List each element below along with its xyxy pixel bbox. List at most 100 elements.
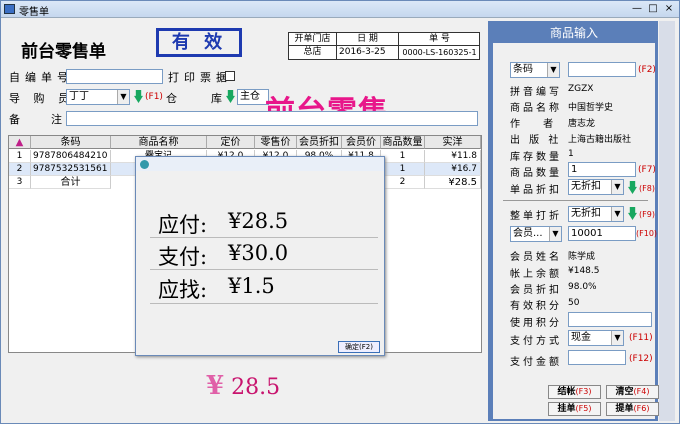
- checkout-fkey: (F3): [575, 387, 592, 396]
- close-button[interactable]: ×: [662, 3, 676, 15]
- code-input[interactable]: [568, 62, 636, 77]
- warehouse-label: 仓: [166, 92, 182, 105]
- retrieve-label: 提单: [615, 404, 634, 414]
- clear-fkey: (F4): [633, 387, 650, 396]
- code-type-value: 条码: [513, 64, 533, 75]
- chevron-down-icon: ▼: [117, 90, 129, 104]
- payable-label: 应付:: [158, 213, 208, 237]
- vertical-scrollbar[interactable]: [659, 21, 675, 421]
- pinyin-value: ZGZX: [568, 84, 594, 94]
- print-receipt-checkbox[interactable]: [225, 71, 235, 81]
- payment-dialog: 应付: ¥28.5 支付: ¥30.0 应找: ¥1.5 确定(F2): [135, 156, 385, 356]
- warehouse-value: 主仓: [240, 91, 260, 102]
- use-points-input[interactable]: [568, 312, 652, 327]
- divider: [150, 303, 378, 304]
- balance-value: ¥148.5: [568, 266, 600, 276]
- ok-button[interactable]: 确定(F2): [338, 341, 380, 353]
- author-value: 唐志龙: [568, 119, 596, 129]
- qty-cell: 1: [381, 163, 425, 176]
- publisher-label: 出 版 社: [510, 135, 562, 146]
- points-value: 50: [568, 298, 580, 308]
- total-display: ¥ 28.5: [206, 371, 280, 401]
- payable-value: ¥28.5: [228, 209, 289, 233]
- checkout-button[interactable]: 结帐(F3): [548, 385, 601, 399]
- checkout-label: 结帐: [557, 387, 576, 397]
- order-discount-fkey: (F9): [639, 210, 655, 219]
- question-icon: [140, 160, 149, 169]
- date-field[interactable]: 2016-3-25: [337, 46, 399, 59]
- pay-amount-fkey: (F12): [629, 354, 653, 364]
- pay-method-select[interactable]: 现金 ▼: [568, 330, 624, 346]
- code-type-select[interactable]: 条码 ▼: [510, 62, 560, 78]
- barcode-cell: 9787532531561: [31, 163, 111, 176]
- self-no-label: 自编单号: [9, 71, 73, 84]
- stock-value: 1: [568, 149, 574, 159]
- green-arrow-icon[interactable]: [628, 181, 637, 194]
- panel-title: 商品输入: [493, 23, 655, 43]
- form-title: 前台零售单: [21, 42, 106, 62]
- qty-fkey: (F7): [638, 165, 656, 175]
- pay-amount-input[interactable]: [568, 350, 626, 365]
- app-icon: [4, 4, 15, 14]
- barcode-cell: 9787806484210: [31, 150, 111, 163]
- pay-amount-label: 支付金额: [510, 357, 562, 368]
- row-index: 1: [9, 150, 31, 163]
- maximize-button[interactable]: □: [646, 3, 660, 15]
- pinyin-label: 拼音编写: [510, 87, 562, 98]
- order-discount-value: 无折扣: [571, 208, 601, 219]
- window: 零售单 — □ × 前台零售单 有 效 开单门店 日 期 单 号 总店 2016…: [0, 0, 680, 424]
- item-discount-select[interactable]: 无折扣 ▼: [568, 179, 624, 195]
- total-qty-cell: 2: [381, 176, 425, 189]
- guide-label: 导 购 员: [9, 92, 74, 105]
- order-info-box: 开单门店 日 期 单 号 总店 2016-3-25 0000-LS-160325…: [288, 32, 480, 60]
- clear-label: 清空: [615, 387, 634, 397]
- col-qty: 商品数量: [381, 136, 425, 149]
- hold-fkey: (F5): [575, 404, 592, 413]
- divider: [150, 269, 378, 270]
- minimize-button[interactable]: —: [630, 3, 644, 15]
- total-net-cell: ¥28.5: [425, 176, 481, 189]
- points-label: 有效积分: [510, 301, 562, 312]
- paid-label: 支付:: [158, 245, 208, 269]
- retrieve-fkey: (F6): [633, 404, 650, 413]
- title-bar: 零售单 — □ ×: [1, 1, 679, 18]
- chevron-down-icon: ▼: [611, 180, 623, 194]
- date-header: 日 期: [337, 33, 399, 46]
- order-no-header: 单 号: [399, 33, 480, 46]
- publisher-value: 上海古籍出版社: [568, 135, 632, 145]
- clear-button[interactable]: 清空(F4): [606, 385, 659, 399]
- order-no-value: 0000-LS-160325-1: [402, 48, 477, 57]
- row-index: 3: [9, 176, 31, 189]
- qty-cell: 1: [381, 150, 425, 163]
- guide-fkey: (F1): [145, 92, 163, 102]
- col-name: 商品名称: [111, 136, 207, 149]
- chevron-down-icon: ▼: [611, 207, 623, 221]
- pay-method-fkey: (F11): [629, 333, 653, 343]
- green-arrow-icon[interactable]: [628, 207, 637, 220]
- self-no-input[interactable]: [66, 69, 163, 84]
- member-no-input[interactable]: 10001: [568, 226, 636, 241]
- net-cell: ¥16.7: [425, 163, 481, 176]
- store-header: 开单门店: [289, 33, 337, 46]
- change-value: ¥1.5: [228, 274, 275, 298]
- retrieve-order-button[interactable]: 提单(F6): [606, 402, 659, 416]
- balance-label: 帐上余额: [510, 269, 562, 280]
- item-discount-label: 单品折扣: [510, 185, 562, 196]
- change-label: 应找:: [158, 278, 208, 302]
- hold-order-button[interactable]: 挂单(F5): [548, 402, 601, 416]
- qty-input[interactable]: 1: [568, 162, 636, 177]
- member-discount-value: 98.0%: [568, 282, 597, 292]
- guide-select[interactable]: 丁丁 ▼: [66, 89, 130, 105]
- product-name-label: 商品名称: [510, 103, 562, 114]
- use-points-label: 使用积分: [510, 318, 562, 329]
- print-receipt-label: 打印票据: [168, 71, 232, 84]
- member-type-select[interactable]: 会员... ▼: [510, 226, 562, 242]
- paid-value: ¥30.0: [228, 241, 289, 265]
- col-member-price: 会员价: [342, 136, 381, 149]
- order-discount-select[interactable]: 无折扣 ▼: [568, 206, 624, 222]
- divider: [150, 237, 378, 238]
- item-discount-fkey: (F8): [639, 184, 655, 193]
- note-input[interactable]: [66, 111, 478, 126]
- member-type-value: 会员...: [513, 228, 543, 239]
- dialog-caption: [136, 157, 384, 171]
